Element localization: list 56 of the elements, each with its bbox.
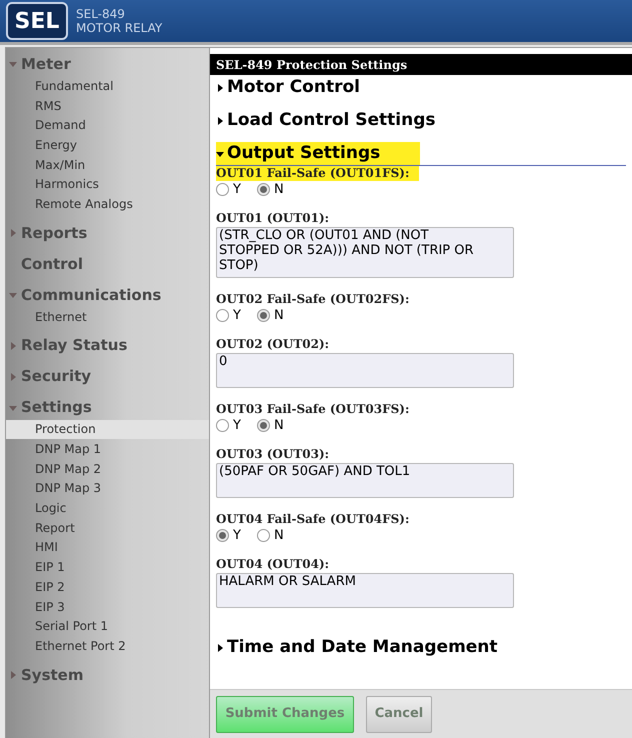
nav-heading[interactable]: Communications: [6, 282, 209, 307]
nav-item[interactable]: Ethernet Port 2: [6, 636, 209, 656]
nav-item[interactable]: DNP Map 3: [6, 478, 209, 498]
input-field[interactable]: HALARM OR SALARM: [216, 573, 514, 608]
radio-option[interactable]: N: [256, 418, 284, 433]
nav-heading[interactable]: Meter: [6, 52, 209, 76]
section-heading[interactable]: Time and Date Management: [216, 636, 498, 659]
field-label: OUT03 (OUT03):: [216, 447, 330, 462]
field-label: OUT03 Fail-Safe (OUT03FS):: [216, 402, 410, 417]
nav-heading[interactable]: System: [6, 662, 209, 687]
nav-item[interactable]: RMS: [6, 96, 209, 116]
nav-item[interactable]: Max/Min: [6, 154, 209, 174]
field-label: OUT02 (OUT02):: [216, 337, 330, 352]
nav-heading[interactable]: Control: [6, 252, 209, 276]
nav-heading[interactable]: Reports: [6, 220, 209, 245]
field-label: OUT02 Fail-Safe (OUT02FS):: [216, 292, 410, 307]
nav-item[interactable]: Demand: [6, 115, 209, 136]
nav-item[interactable]: DNP Map 1: [6, 439, 209, 459]
nav-item[interactable]: Protection: [6, 420, 209, 440]
nav-heading[interactable]: Settings: [6, 396, 209, 420]
model-name: SEL-849: [76, 7, 126, 21]
input-field[interactable]: (STR_CLO OR (OUT01 AND (NOT STOPPED OR 52A))) AND NOT (TRIP OR STOP): [216, 227, 514, 278]
nav-item[interactable]: EIP 2: [6, 577, 209, 597]
nav-item[interactable]: EIP 3: [6, 596, 209, 616]
radio-option[interactable]: N: [256, 308, 284, 323]
input-field[interactable]: (50PAF OR 50GAF) AND TOL1: [216, 463, 514, 498]
radio-option[interactable]: Y: [216, 418, 241, 433]
field-label: OUT04 (OUT04):: [216, 557, 330, 572]
nav-heading[interactable]: Security: [6, 364, 209, 388]
input-field[interactable]: 0: [216, 353, 514, 388]
nav-item[interactable]: Harmonics: [6, 174, 209, 194]
nav-item[interactable]: Energy: [6, 135, 209, 155]
nav-item[interactable]: DNP Map 2: [6, 458, 209, 479]
product-name: MOTOR RELAY: [76, 21, 162, 35]
radio-option[interactable]: N: [256, 182, 284, 197]
field-label: OUT04 Fail-Safe (OUT04FS):: [216, 512, 410, 527]
nav-item[interactable]: Fundamental: [6, 76, 209, 96]
nav-heading[interactable]: Relay Status: [6, 334, 209, 358]
nav-item[interactable]: Logic: [6, 498, 209, 518]
section-heading[interactable]: Output Settings: [216, 142, 420, 165]
radio-option[interactable]: Y: [216, 308, 241, 323]
nav-item[interactable]: Ethernet: [6, 306, 209, 326]
nav-item[interactable]: EIP 1: [6, 557, 209, 577]
page-title: SEL-849 Protection Settings: [210, 54, 632, 75]
nav-item[interactable]: HMI: [6, 538, 209, 558]
nav-item[interactable]: Serial Port 1: [6, 616, 209, 636]
nav-item[interactable]: Report: [6, 518, 209, 538]
section-heading[interactable]: Load Control Settings: [216, 109, 436, 132]
radio-option[interactable]: N: [256, 528, 284, 543]
field-label: OUT01 Fail-Safe (OUT01FS):: [216, 166, 420, 181]
logo: SEL: [6, 2, 68, 40]
radio-option[interactable]: Y: [216, 528, 241, 543]
section-heading[interactable]: Motor Control: [216, 76, 360, 99]
nav-item[interactable]: Remote Analogs: [6, 194, 209, 214]
field-label: OUT01 (OUT01):: [216, 211, 330, 226]
radio-option[interactable]: Y: [216, 182, 241, 197]
